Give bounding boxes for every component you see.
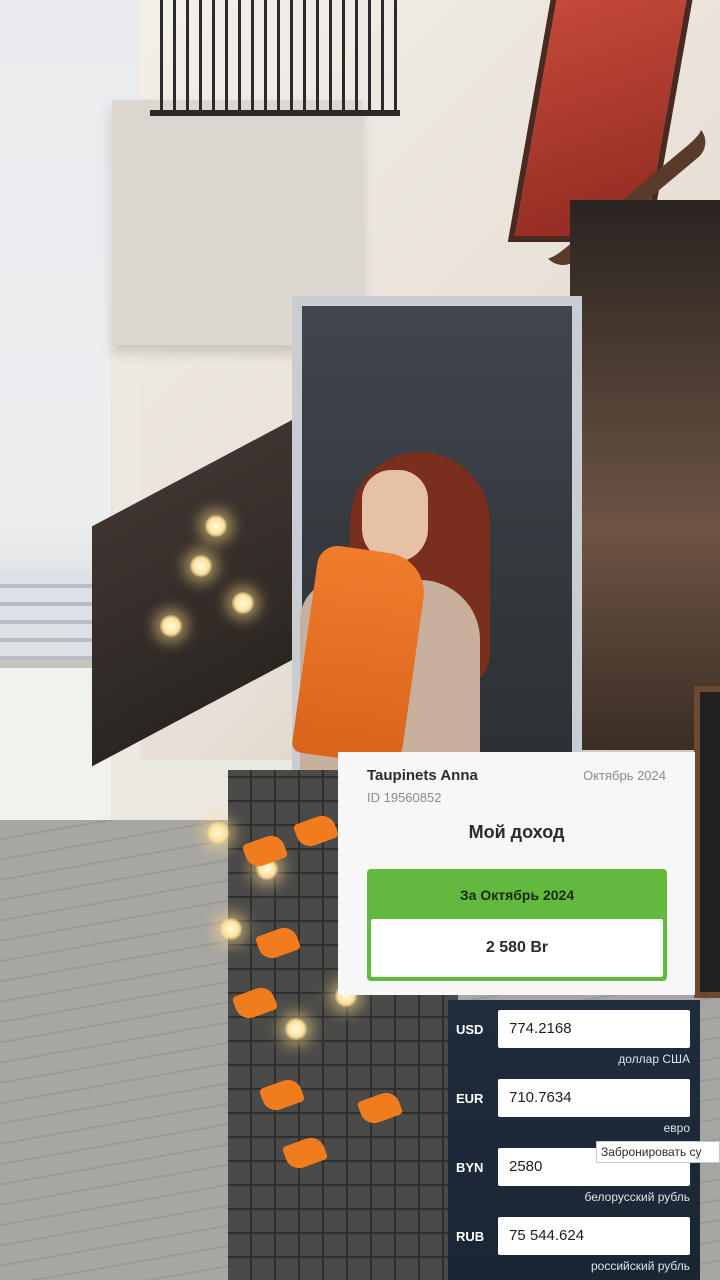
string-light: [285, 1018, 307, 1040]
currency-row-usd: USD 774.2168 доллар США: [448, 1000, 700, 1066]
string-light: [205, 515, 227, 537]
currency-input-rub[interactable]: 75 544.624: [498, 1217, 690, 1255]
currency-code: EUR: [456, 1091, 484, 1106]
income-amount: 2 580 Br: [371, 919, 663, 977]
string-light: [232, 592, 254, 614]
currency-code: BYN: [456, 1160, 484, 1175]
currency-code: RUB: [456, 1229, 485, 1244]
income-period-panel: За Октябрь 2024 2 580 Br: [367, 869, 667, 981]
currency-name: доллар США: [618, 1052, 690, 1066]
income-title: Мой доход: [468, 822, 565, 842]
woman-face: [362, 470, 428, 562]
currency-name: российский рубль: [590, 1259, 690, 1273]
currency-code: USD: [456, 1022, 484, 1037]
string-light: [160, 615, 182, 637]
currency-input-eur[interactable]: 710.7634: [498, 1079, 690, 1117]
balcony-railing: [150, 0, 400, 116]
currency-name: евро: [663, 1121, 690, 1135]
account-period: Октябрь 2024: [583, 768, 666, 783]
currency-row-rub: RUB 75 544.624 российский рубль: [448, 1207, 700, 1273]
string-light: [190, 555, 212, 577]
currency-converter: USD 774.2168 доллар США EUR 710.7634 евр…: [448, 1000, 700, 1280]
currency-name: белорусский рубль: [584, 1190, 690, 1204]
cafe-doorway: [570, 200, 720, 750]
booking-tooltip[interactable]: Забронировать су: [596, 1141, 720, 1163]
currency-row-eur: EUR 710.7634 евро: [448, 1069, 700, 1135]
account-name: Taupinets Anna: [367, 767, 478, 784]
income-card: Taupinets Anna Октябрь 2024 ID 19560852 …: [338, 752, 695, 995]
string-light: [220, 918, 242, 940]
currency-input-usd[interactable]: 774.2168: [498, 1010, 690, 1048]
account-id: ID 19560852: [367, 790, 442, 805]
string-light: [207, 822, 229, 844]
income-period-label: За Октябрь 2024: [459, 887, 575, 903]
chalkboard-sign: [694, 686, 720, 998]
